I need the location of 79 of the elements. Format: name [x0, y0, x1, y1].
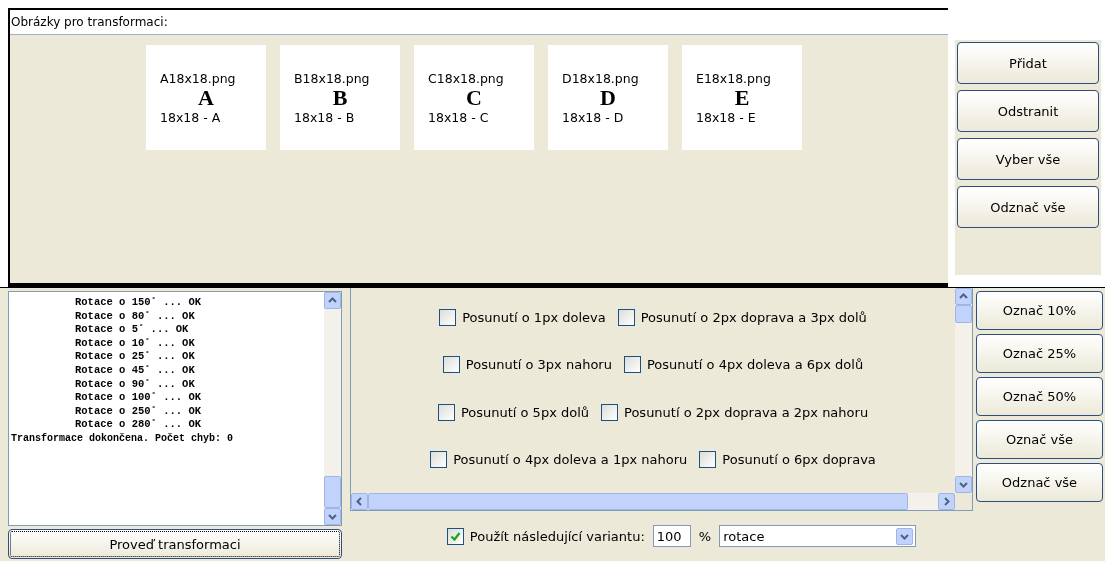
checkbox[interactable]	[430, 450, 448, 468]
checkbox[interactable]	[442, 356, 460, 374]
log-line: Rotace o 5˚ ... OK	[74, 323, 190, 337]
percent-unit: %	[698, 528, 712, 544]
option-label: Posunutí o 5px dolů	[460, 404, 590, 420]
checkbox[interactable]	[437, 403, 455, 421]
panel-title: Obrázky pro transformaci:	[10, 15, 168, 29]
mark-button[interactable]: Označ 10%	[976, 291, 1103, 330]
log-line: Rotace o 25˚ ... OK	[74, 350, 196, 364]
image-filename: C18x18.png	[427, 70, 504, 86]
log-line: Rotace o 45˚ ... OK	[74, 363, 196, 378]
action-button[interactable]: Odznač vše	[957, 186, 1099, 228]
mark-button[interactable]: Označ 50%	[976, 377, 1103, 416]
image-thumbnail[interactable]: A18x18.png A 18x18 - A	[146, 45, 266, 150]
checkbox[interactable]	[601, 403, 619, 421]
log-line: Rotace o 10˚ ... OK	[74, 336, 196, 351]
mark-button[interactable]: Odznač vše	[976, 463, 1103, 502]
percent-field[interactable]: 100	[652, 525, 691, 547]
checkbox[interactable]	[623, 356, 641, 374]
scrollbar-thumb[interactable]	[324, 476, 341, 508]
checkmark-icon	[449, 530, 461, 542]
image-letter: C	[466, 86, 482, 109]
option-label: Posunutí o 4px doleva a 6px dolů	[646, 357, 864, 373]
checkbox[interactable]	[439, 309, 457, 327]
image-letter: A	[198, 86, 214, 109]
option-label: Posunutí o 2px doprava a 2px nahoru	[624, 404, 869, 420]
image-thumbnail[interactable]: E18x18.png E 18x18 - E	[682, 45, 802, 150]
log-line: Rotace o 80˚ ... OK	[74, 309, 196, 324]
checkbox[interactable]	[699, 450, 717, 468]
scroll-down-button[interactable]	[324, 508, 341, 525]
option-label: Posunutí o 6px doprava	[722, 451, 876, 467]
dropdown-button[interactable]	[896, 527, 914, 545]
run-button[interactable]: Proveď transformaci	[8, 529, 342, 559]
option-label: Posunutí o 3px nahoru	[465, 357, 612, 373]
chevron-right-icon	[941, 496, 952, 507]
image-caption: 18x18 - E	[695, 109, 756, 125]
log-line: Rotace o 250˚ ... OK	[74, 404, 203, 419]
image-caption: 18x18 - C	[427, 109, 489, 125]
option-label: Posunutí o 2px doprava a 3px dolů	[640, 310, 867, 326]
scroll-left-button[interactable]	[351, 493, 368, 510]
mark-button[interactable]: Označ vše	[976, 420, 1103, 459]
image-thumbnail[interactable]: C18x18.png C 18x18 - C	[414, 45, 534, 150]
option-label: Posunutí o 1px doleva	[462, 310, 606, 326]
checkbox[interactable]	[446, 527, 464, 545]
variant-dropdown[interactable]: rotace	[719, 525, 917, 547]
variant-label: Použít následující variantu:	[469, 528, 645, 544]
image-thumbnail[interactable]: B18x18.png B 18x18 - B	[280, 45, 400, 150]
log-line: Rotace o 100˚ ... OK	[74, 391, 203, 405]
action-button[interactable]: Přidat	[957, 42, 1099, 84]
image-letter: D	[600, 86, 616, 109]
vertical-scrollbar[interactable]	[955, 288, 972, 493]
image-filename: D18x18.png	[561, 70, 639, 86]
scrollbar-thumb[interactable]	[955, 305, 972, 323]
scroll-up-button[interactable]	[955, 288, 972, 305]
image-filename: B18x18.png	[293, 70, 370, 86]
chevron-left-icon	[354, 496, 365, 507]
image-filename: E18x18.png	[695, 70, 771, 86]
log-line: Rotace o 90˚ ... OK	[74, 377, 196, 392]
scroll-right-button[interactable]	[938, 493, 955, 510]
action-button[interactable]: Vyber vše	[957, 138, 1099, 180]
image-letter: B	[332, 86, 348, 109]
chevron-down-icon	[958, 479, 969, 490]
vertical-scrollbar[interactable]	[324, 292, 341, 525]
log-line: Rotace o 280˚ ... OK	[74, 418, 203, 432]
chevron-down-icon	[327, 511, 338, 522]
image-caption: 18x18 - A	[159, 109, 221, 125]
image-caption: 18x18 - B	[293, 109, 355, 125]
image-filename: A18x18.png	[159, 70, 236, 86]
checkbox[interactable]	[617, 309, 635, 327]
mark-button[interactable]: Označ 25%	[976, 334, 1103, 373]
log-line: Rotace o 150˚ ... OK	[74, 296, 203, 310]
scroll-down-button[interactable]	[955, 476, 972, 493]
option-label: Posunutí o 4px doleva a 1px nahoru	[453, 451, 688, 467]
log-summary: Transformace dokončena. Počet chyb: 0	[11, 431, 235, 446]
image-caption: 18x18 - D	[561, 109, 624, 125]
image-letter: E	[734, 86, 750, 109]
image-thumbnail[interactable]: D18x18.png D 18x18 - D	[548, 45, 668, 150]
scroll-up-button[interactable]	[324, 292, 341, 309]
action-button[interactable]: Odstranit	[957, 90, 1099, 132]
